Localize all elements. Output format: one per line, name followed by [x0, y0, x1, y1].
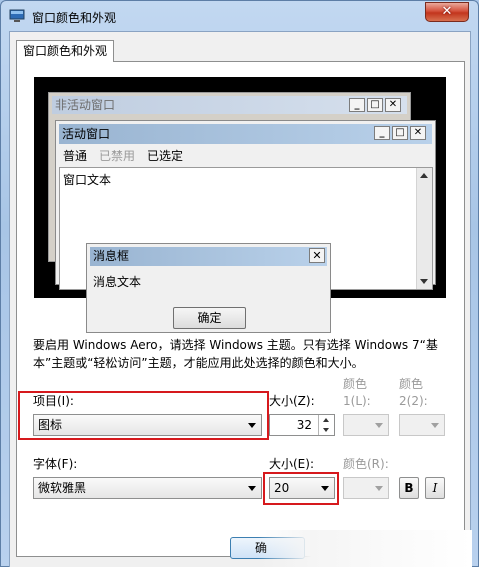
font-color-label: 颜色(R): [343, 457, 389, 471]
font-size-highlight-box [263, 472, 339, 505]
maximize-icon: □ [367, 98, 383, 112]
color2-picker[interactable] [399, 414, 445, 436]
dialog-window: 窗口颜色和外观 ✕ 窗口颜色和外观 非活动窗口 _ □ ✕ 活动窗口 _ □ ✕… [0, 0, 479, 567]
spinner-buttons[interactable] [318, 415, 334, 435]
bold-button[interactable]: B [399, 477, 419, 499]
font-size-label: 大小(E): [269, 457, 314, 471]
message-box-preview[interactable]: 消息框 ✕ 消息文本 确定 [86, 243, 331, 333]
chevron-down-icon [375, 423, 383, 428]
spin-up-icon [323, 418, 329, 422]
scroll-up-icon [420, 173, 428, 178]
font-select-value: 微软雅黑 [38, 481, 87, 495]
tab-window-color[interactable]: 窗口颜色和外观 [16, 40, 115, 62]
title-bar[interactable]: 窗口颜色和外观 ✕ [1, 1, 478, 31]
window-title: 窗口颜色和外观 [32, 11, 117, 25]
menu-item-disabled[interactable]: 已禁用 [99, 148, 135, 164]
close-icon: ✕ [410, 126, 426, 140]
menu-item-normal[interactable]: 普通 [63, 148, 87, 164]
color2-label: 颜色 2(2): [399, 377, 428, 408]
message-ok-button[interactable]: 确定 [173, 307, 246, 329]
italic-button[interactable]: I [425, 477, 445, 499]
appearance-preview[interactable]: 非活动窗口 _ □ ✕ 活动窗口 _ □ ✕ 普通 已禁用 已选定 窗口文本 消… [34, 77, 446, 333]
tab-panel: 非活动窗口 _ □ ✕ 活动窗口 _ □ ✕ 普通 已禁用 已选定 窗口文本 消… [16, 61, 465, 557]
minimize-icon: _ [374, 126, 390, 140]
chevron-down-icon [431, 423, 439, 428]
aero-description: 要启用 Windows Aero，请选择 Windows 主题。只有选择 Win… [33, 338, 438, 370]
font-color-picker[interactable] [343, 477, 389, 499]
spin-down-icon [323, 428, 329, 432]
active-window-title[interactable]: 活动窗口 _ □ ✕ [59, 124, 432, 144]
preview-scrollbar[interactable] [416, 168, 432, 289]
inactive-window-title[interactable]: 非活动窗口 _ □ ✕ [52, 96, 407, 114]
minimize-icon: _ [349, 98, 365, 112]
preview-menubar: 普通 已禁用 已选定 [63, 148, 183, 164]
chevron-down-icon [248, 486, 256, 491]
close-icon: ✕ [385, 98, 401, 112]
close-button[interactable]: ✕ [425, 2, 469, 22]
maximize-icon: □ [392, 126, 408, 140]
font-label: 字体(F): [33, 457, 78, 471]
item-size-label: 大小(Z): [269, 394, 315, 408]
item-highlight-box [18, 391, 269, 440]
client-area: 窗口颜色和外观 非活动窗口 _ □ ✕ 活动窗口 _ □ ✕ 普通 已禁用 已选… [9, 31, 472, 567]
close-icon: ✕ [309, 248, 325, 263]
font-select[interactable]: 微软雅黑 [33, 477, 262, 499]
chevron-down-icon [375, 486, 383, 491]
inactive-window-title-text: 非活动窗口 [55, 98, 116, 112]
item-size-value: 32 [296, 418, 312, 432]
scroll-down-icon [420, 279, 428, 284]
item-size-spinner[interactable]: 32 [269, 414, 335, 436]
color1-picker[interactable] [343, 414, 389, 436]
message-box-title-text: 消息框 [93, 249, 130, 263]
color1-label: 颜色 1(L): [343, 377, 371, 408]
message-box-title[interactable]: 消息框 ✕ [90, 247, 327, 266]
active-window-title-text: 活动窗口 [62, 127, 111, 141]
message-text: 消息文本 [93, 275, 142, 289]
watermark-overlay [258, 530, 472, 567]
menu-item-selected[interactable]: 已选定 [147, 148, 183, 164]
window-text: 窗口文本 [63, 173, 112, 187]
display-settings-icon [9, 9, 25, 22]
